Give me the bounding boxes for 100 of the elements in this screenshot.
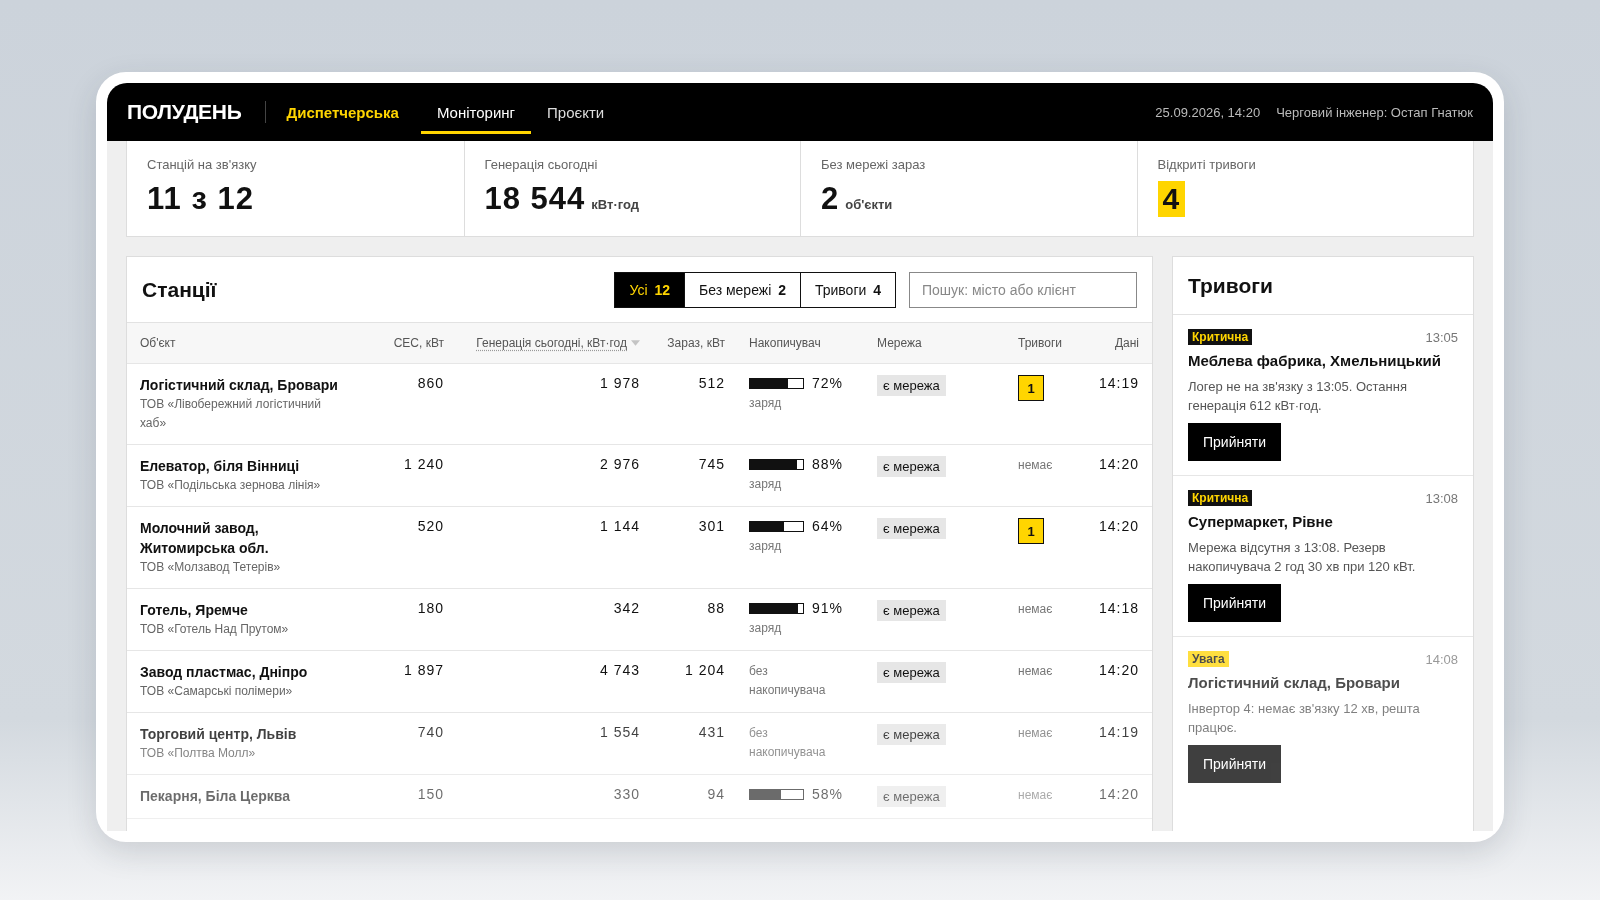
filter-tab[interactable]: Без мережі 2 [683, 271, 801, 308]
no-alarms-label: немає [1018, 787, 1053, 804]
kpi-value: 11 з 12 [147, 181, 254, 217]
filter-tab[interactable]: Усі 12 [614, 271, 685, 308]
data-time: 14:19 [1098, 375, 1139, 391]
client-name: ТОВ «Молзавод Тетерів» [140, 559, 281, 576]
client-name: ТОВ «Полтва Молл» [140, 745, 256, 762]
charge-label: заряд [749, 620, 782, 637]
table-cell: 1 897 [403, 662, 444, 678]
kpi-unit: кВт·год [591, 197, 639, 212]
alarm-description: Логер не на зв'язку з 13:05. Остання генерація 612 кВт·год. [1188, 378, 1408, 415]
table-cell: 1 978 [599, 375, 640, 391]
severity-badge: Увага [1188, 651, 1229, 667]
logo: ПОЛУДЕНЬ [127, 100, 242, 124]
sort-icon[interactable] [631, 340, 640, 346]
filter-tab[interactable]: Тривоги 4 [799, 271, 896, 308]
no-alarms-label: немає [1018, 457, 1053, 474]
charge-percent: 58% [812, 786, 844, 802]
station-name[interactable]: Елеватор, біля Вінниці [140, 456, 300, 476]
data-time: 14:20 [1098, 518, 1139, 534]
alarm-object: Логістичний склад, Бровари [1188, 674, 1400, 691]
alarm-object: Супермаркет, Рівне [1188, 513, 1333, 530]
kpi-label: Відкриті тривоги [1157, 157, 1256, 172]
table-cell: 1 240 [403, 456, 444, 472]
accept-button[interactable]: Прийняти [1188, 745, 1282, 783]
column-header[interactable]: Генерація сьогодні, кВт·год [476, 336, 627, 350]
table-cell: 431 [698, 724, 725, 740]
station-name[interactable]: Торговий центр, Львів [140, 724, 297, 744]
station-name[interactable]: Пекарня, Біла Церква [140, 786, 291, 806]
table-cell: 150 [417, 786, 444, 802]
accept-button[interactable]: Прийняти [1188, 423, 1282, 461]
grid-status-tag: є мережа [877, 786, 946, 807]
column-header: Зараз, кВт [667, 336, 725, 350]
no-alarms-label: немає [1018, 725, 1053, 742]
no-alarms-label: немає [1018, 663, 1053, 680]
column-header: Об'єкт [140, 336, 176, 350]
table-cell: 4 743 [599, 662, 640, 678]
kpi-label: Станцій на зв'язку [147, 157, 257, 172]
alarm-count-badge[interactable]: 1 [1018, 518, 1044, 544]
table-cell: 301 [698, 518, 725, 534]
alarm-count-badge[interactable]: 1 [1018, 375, 1044, 401]
station-name[interactable]: Завод пластмас, Дніпро [140, 662, 308, 682]
data-time: 14:20 [1098, 456, 1139, 472]
kpi-value: 18 544 [484, 181, 586, 217]
table-cell: 180 [417, 600, 444, 616]
grid-status-tag: є мережа [877, 456, 946, 477]
table-cell: 88 [707, 600, 725, 616]
table-cell: 512 [698, 375, 725, 391]
grid-status-tag: є мережа [877, 724, 946, 745]
table-cell: 745 [698, 456, 725, 472]
date-time: 25.09.2026, 14:20 [1155, 104, 1261, 120]
charge-label: заряд [749, 395, 782, 412]
table-cell: 2 976 [599, 456, 640, 472]
data-time: 14:19 [1098, 724, 1139, 740]
alarm-time: 13:08 [1425, 490, 1458, 506]
nav-tab[interactable]: Моніторинг [420, 93, 532, 134]
severity-badge: Критична [1188, 329, 1253, 345]
kpi-value: 2 [821, 181, 840, 217]
search-field[interactable]: Пошук: місто або клієнт [909, 271, 1137, 308]
nav-tab[interactable]: Проєкти [531, 93, 621, 134]
column-header: Тривоги [1018, 336, 1063, 350]
accept-button[interactable]: Прийняти [1188, 584, 1282, 622]
data-time: 14:20 [1098, 662, 1139, 678]
client-name: ТОВ «Самарські полімери» [140, 683, 293, 700]
table-cell: 1 204 [684, 662, 725, 678]
table-cell: 860 [417, 375, 444, 391]
client-name: ТОВ «Готель Над Прутом» [140, 621, 289, 638]
panel-title: Тривоги [1173, 257, 1473, 315]
no-storage-label: без накопичувача [749, 725, 827, 761]
charge-percent: 72% [812, 375, 844, 391]
client-name: ТОВ «Лівобережний логістичний хаб» [140, 396, 322, 432]
severity-badge: Критична [1188, 490, 1253, 506]
alarm-time: 14:08 [1425, 651, 1458, 667]
alarm-description: Інвертор 4: немає зв'язку 12 хв, решта працює. [1188, 700, 1421, 737]
column-header: Дані [1114, 336, 1139, 350]
column-header: Накопичувач [749, 336, 821, 350]
no-alarms-label: немає [1018, 601, 1053, 618]
table-cell: 342 [613, 600, 640, 616]
data-time: 14:20 [1098, 786, 1139, 802]
charge-percent: 91% [812, 600, 844, 616]
kpi-unit: об'єкти [845, 197, 893, 212]
station-name[interactable]: Готель, Яремче [140, 600, 248, 620]
grid-status-tag: є мережа [877, 375, 946, 396]
grid-status-tag: є мережа [877, 518, 946, 539]
table-cell: 94 [707, 786, 725, 802]
charge-percent: 64% [812, 518, 844, 534]
alarm-description: Мережа відсутня з 13:08. Резерв накопичувача 2 год 30 хв при 120 кВт. [1188, 539, 1417, 576]
charge-percent: 88% [812, 456, 844, 472]
kpi-label: Генерація сьогодні [484, 157, 598, 172]
kpi-value: 4 [1157, 181, 1186, 217]
charge-label: заряд [749, 476, 782, 493]
kpi-label: Без мережі зараз [821, 157, 926, 172]
engineer-name: Черговий інженер: Остап Гнатюк [1276, 104, 1473, 120]
grid-status-tag: є мережа [877, 600, 946, 621]
station-name[interactable]: Логістичний склад, Бровари [140, 375, 338, 395]
alarm-object: Меблева фабрика, Хмельницький [1188, 352, 1441, 369]
product-name: Диспетчерська [286, 103, 399, 121]
table-cell: 520 [417, 518, 444, 534]
station-name[interactable]: Молочний завод, Житомирська обл. [140, 518, 340, 558]
column-header: Мережа [877, 336, 922, 350]
